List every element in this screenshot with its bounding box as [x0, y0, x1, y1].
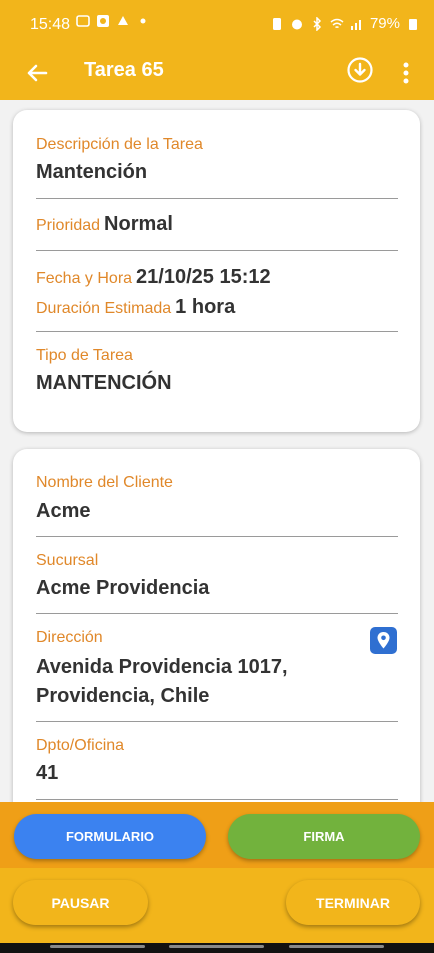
- battery-icon: [409, 18, 417, 30]
- app-bar: Tarea 65: [0, 46, 434, 100]
- divider: [36, 799, 398, 800]
- notification-icon: [76, 15, 90, 27]
- secondary-actions-bar: PAUSAR TERMINAR: [0, 868, 434, 943]
- sim-icon: [272, 17, 281, 30]
- dot-icon: [140, 18, 146, 24]
- task-type-value: MANTENCIÓN: [36, 372, 172, 394]
- finish-button[interactable]: TERMINAR: [286, 880, 420, 925]
- client-details-card: Nombre del Cliente Acme Sucursal Acme Pr…: [13, 449, 420, 802]
- alarm-icon: [291, 19, 302, 29]
- location-pin-icon: [377, 632, 390, 649]
- branch-value: Acme Providencia: [36, 577, 210, 599]
- nav-recents-handle[interactable]: [50, 945, 145, 948]
- duration-value: 1 hora: [175, 296, 236, 318]
- app-notification-icon: [97, 15, 109, 27]
- back-arrow-icon[interactable]: [22, 58, 52, 88]
- address-label: Dirección: [36, 629, 103, 646]
- status-bar: 15:48 79%: [0, 0, 434, 46]
- office-label: Dpto/Oficina: [36, 737, 125, 754]
- form-button[interactable]: FORMULARIO: [14, 814, 206, 859]
- more-vert-icon[interactable]: [396, 58, 416, 88]
- battery-percent: 79%: [369, 15, 400, 32]
- nav-home-handle[interactable]: [169, 945, 264, 948]
- datetime-value: 21/10/25 15:12: [136, 266, 271, 288]
- alert-icon: [118, 16, 128, 25]
- notification-icons: [76, 14, 150, 28]
- divider: [36, 613, 398, 614]
- datetime-row: Fecha y Hora 21/10/25 15:12: [36, 266, 271, 289]
- duration-label: Duración Estimada: [36, 300, 172, 317]
- divider: [36, 250, 398, 251]
- primary-actions-bar: FORMULARIO FIRMA: [0, 802, 434, 868]
- address-line-1: Avenida Providencia 1017,: [36, 656, 288, 678]
- client-name-label: Nombre del Cliente: [36, 474, 173, 491]
- duration-row: Duración Estimada 1 hora: [36, 296, 235, 319]
- description-value: Mantención: [36, 161, 148, 183]
- branch-label: Sucursal: [36, 552, 99, 569]
- status-time: 15:48: [30, 16, 71, 33]
- priority-row: Prioridad Normal: [36, 213, 173, 236]
- priority-label: Prioridad: [36, 217, 101, 234]
- office-value: 41: [36, 762, 59, 784]
- nav-back-handle[interactable]: [289, 945, 384, 948]
- signal-icon: [350, 19, 361, 30]
- content-scroll[interactable]: Descripción de la Tarea Mantención Prior…: [0, 100, 434, 802]
- description-label: Descripción de la Tarea: [36, 136, 203, 153]
- bluetooth-icon: [313, 16, 322, 31]
- pause-button[interactable]: PAUSAR: [13, 880, 148, 925]
- divider: [36, 536, 398, 537]
- system-nav-bar: [0, 943, 434, 953]
- sign-button[interactable]: FIRMA: [228, 814, 420, 859]
- address-line-2: Providencia, Chile: [36, 685, 210, 707]
- client-name-value: Acme: [36, 500, 91, 522]
- system-status-icons: 79%: [270, 15, 420, 32]
- divider: [36, 198, 398, 199]
- datetime-label: Fecha y Hora: [36, 270, 133, 287]
- divider: [36, 331, 398, 332]
- divider: [36, 721, 398, 722]
- download-icon[interactable]: [346, 56, 374, 84]
- location-button[interactable]: [370, 627, 397, 654]
- task-type-label: Tipo de Tarea: [36, 347, 133, 364]
- wifi-icon: [330, 18, 344, 28]
- task-details-card: Descripción de la Tarea Mantención Prior…: [13, 110, 420, 432]
- page-title: Tarea 65: [84, 59, 164, 81]
- priority-value: Normal: [104, 213, 173, 235]
